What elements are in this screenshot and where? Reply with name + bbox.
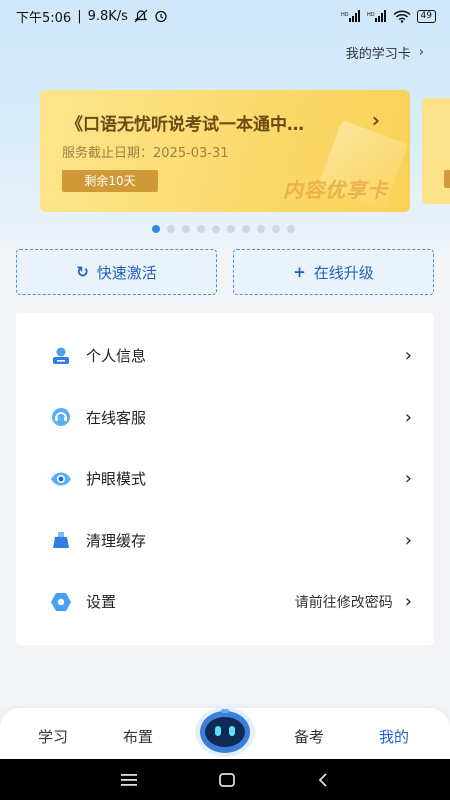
next-card-badge bbox=[444, 170, 450, 188]
svg-text:HD: HD bbox=[341, 12, 349, 18]
status-left: 下午5:06 | 9.8K/s bbox=[16, 7, 168, 26]
menu-item-eye-care[interactable]: 护眼模式 › bbox=[16, 448, 434, 510]
remaining-days-badge: 剩余10天 bbox=[62, 170, 158, 192]
status-bar: 下午5:06 | 9.8K/s HD HD 49 bbox=[0, 0, 450, 32]
battery-indicator: 49 bbox=[416, 9, 436, 23]
menu-item-label: 在线客服 bbox=[86, 408, 147, 427]
tab-assign[interactable]: 布置 bbox=[123, 726, 153, 747]
online-upgrade-button[interactable]: + 在线升级 bbox=[233, 249, 434, 295]
card-title: 《口语无忧听说考试一本通中… bbox=[66, 115, 304, 135]
quick-activate-button[interactable]: ↻ 快速激活 bbox=[16, 249, 217, 295]
chevron-right-icon: › bbox=[404, 406, 412, 428]
home-icon[interactable] bbox=[219, 772, 235, 787]
system-navigation-bar bbox=[0, 759, 450, 800]
carousel-dot[interactable] bbox=[287, 225, 295, 233]
card-expiry: 服务截止日期：2025-03-31 bbox=[62, 146, 229, 161]
chevron-right-icon: › bbox=[404, 345, 412, 367]
carousel-dot[interactable] bbox=[167, 225, 175, 233]
broom-icon bbox=[50, 529, 72, 551]
status-divider: | bbox=[77, 8, 82, 24]
tab-exam-prep[interactable]: 备考 bbox=[294, 726, 324, 747]
headset-icon bbox=[50, 406, 72, 428]
chevron-right-icon: › bbox=[418, 45, 424, 60]
wifi-icon bbox=[393, 10, 411, 23]
carousel-dot[interactable] bbox=[272, 225, 280, 233]
menu-item-support[interactable]: 在线客服 › bbox=[16, 387, 434, 449]
chevron-right-icon: › bbox=[404, 468, 412, 490]
refresh-icon: ↻ bbox=[76, 263, 89, 281]
online-upgrade-label: 在线升级 bbox=[313, 263, 374, 282]
gear-icon bbox=[50, 591, 72, 613]
carousel-dot[interactable] bbox=[257, 225, 265, 233]
menu-item-value: 请前往修改密码 bbox=[294, 594, 393, 611]
carousel-dot[interactable] bbox=[212, 225, 220, 233]
chevron-right-icon: › bbox=[371, 108, 380, 132]
menu-item-label: 设置 bbox=[86, 593, 117, 612]
menu-item-clear-cache[interactable]: 清理缓存 › bbox=[16, 510, 434, 572]
carousel-dot[interactable] bbox=[242, 225, 250, 233]
menu-item-label: 个人信息 bbox=[86, 347, 147, 366]
my-learning-cards-link[interactable]: 我的学习卡 › bbox=[346, 43, 424, 62]
menu-icon[interactable] bbox=[121, 773, 137, 787]
carousel-dot[interactable] bbox=[227, 225, 235, 233]
carousel-indicator bbox=[152, 225, 295, 233]
chevron-right-icon: › bbox=[404, 591, 412, 613]
card-type-tag: 内容优享卡 bbox=[283, 178, 388, 202]
eye-icon bbox=[50, 468, 72, 490]
status-right: HD HD 49 bbox=[341, 9, 436, 23]
back-icon[interactable] bbox=[317, 772, 329, 787]
menu-item-profile[interactable]: 个人信息 › bbox=[16, 325, 434, 387]
signal-icon: HD bbox=[341, 10, 360, 22]
alarm-icon bbox=[155, 10, 167, 23]
menu-item-label: 护眼模式 bbox=[86, 470, 147, 489]
learning-card[interactable]: 《口语无忧听说考试一本通中… › 服务截止日期：2025-03-31 剩余10天… bbox=[40, 90, 410, 212]
menu-item-settings[interactable]: 设置 请前往修改密码 › bbox=[16, 571, 434, 633]
tab-mine[interactable]: 我的 bbox=[379, 726, 409, 747]
user-icon bbox=[50, 345, 72, 367]
plus-icon: + bbox=[293, 263, 306, 281]
next-card-peek[interactable] bbox=[422, 98, 450, 204]
tab-study[interactable]: 学习 bbox=[38, 726, 68, 747]
settings-menu: 个人信息 › 在线客服 › 护眼模式 › 清理缓存 › 设置 请前往修改密码 › bbox=[16, 313, 434, 645]
svg-text:HD: HD bbox=[367, 12, 375, 18]
quick-activate-label: 快速激活 bbox=[96, 263, 157, 282]
robot-assistant-icon[interactable] bbox=[194, 704, 256, 758]
carousel-dot[interactable] bbox=[152, 225, 160, 233]
carousel-dot[interactable] bbox=[197, 225, 205, 233]
my-learning-cards-label: 我的学习卡 bbox=[345, 47, 411, 62]
status-speed: 9.8K/s bbox=[87, 8, 128, 24]
status-time: 下午5:06 bbox=[16, 10, 72, 26]
chevron-right-icon: › bbox=[404, 529, 412, 551]
menu-item-label: 清理缓存 bbox=[86, 531, 147, 550]
mute-icon bbox=[134, 9, 148, 23]
signal-icon-2: HD bbox=[367, 10, 386, 22]
carousel-dot[interactable] bbox=[182, 225, 190, 233]
